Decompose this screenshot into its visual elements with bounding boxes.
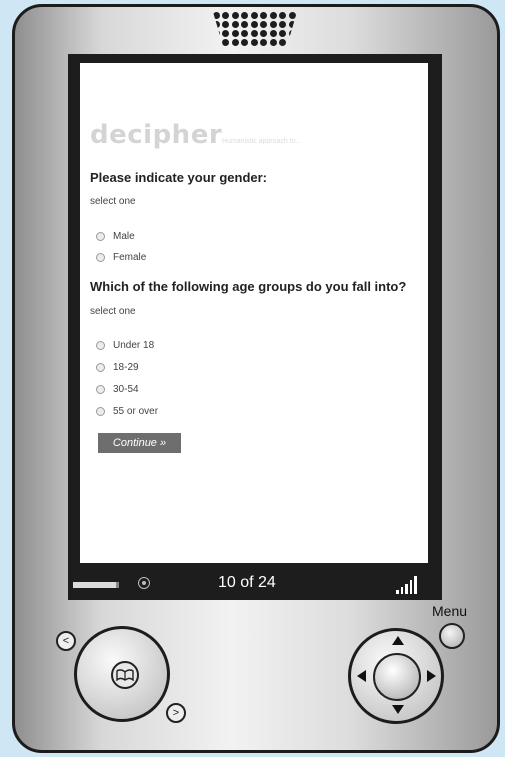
option-label: Male <box>113 230 135 242</box>
radio-button[interactable] <box>96 384 105 394</box>
previous-page-button[interactable]: < <box>56 631 76 651</box>
brand-tagline: Humanistic approach to... <box>222 138 302 145</box>
continue-button[interactable]: Continue » <box>98 433 181 453</box>
option-male[interactable]: Male <box>96 229 135 243</box>
option-label: 55 or over <box>113 405 159 417</box>
library-book-button[interactable] <box>111 661 139 689</box>
battery-icon <box>73 582 119 588</box>
option-under-18[interactable]: Under 18 <box>96 338 154 352</box>
next-page-button[interactable]: > <box>166 703 186 723</box>
arrow-right-icon[interactable] <box>427 670 436 682</box>
option-55-or-over[interactable]: 55 or over <box>96 404 158 418</box>
radio-button[interactable] <box>96 362 105 372</box>
question-gender: Please indicate your gender: <box>90 170 268 185</box>
option-label: 18-29 <box>113 361 139 373</box>
radio-button[interactable] <box>96 231 105 241</box>
open-book-icon <box>116 669 134 681</box>
radio-button[interactable] <box>96 252 105 262</box>
option-label: Female <box>113 251 147 263</box>
option-label: Under 18 <box>113 339 155 351</box>
instruction-age: select one <box>90 306 136 317</box>
radio-button[interactable] <box>96 340 105 350</box>
option-label: 30-54 <box>113 383 139 395</box>
dpad-center-button[interactable] <box>373 653 421 701</box>
question-age: Which of the following age groups do you… <box>90 279 407 294</box>
page-indicator: 10 of 24 <box>218 574 276 591</box>
option-female[interactable]: Female <box>96 250 146 264</box>
menu-label: Menu <box>432 603 468 619</box>
speaker-grille <box>213 12 297 46</box>
arrow-down-icon[interactable] <box>392 705 404 714</box>
menu-button[interactable] <box>439 623 465 649</box>
brand-logo: decipher <box>90 120 223 150</box>
radio-button[interactable] <box>96 406 105 416</box>
option-30-54[interactable]: 30-54 <box>96 382 139 396</box>
arrow-up-icon[interactable] <box>392 636 404 645</box>
instruction-gender: select one <box>90 196 136 207</box>
option-18-29[interactable]: 18-29 <box>96 360 139 374</box>
indicator-dot-icon <box>138 577 150 589</box>
arrow-left-icon[interactable] <box>357 670 366 682</box>
signal-strength-icon <box>396 574 417 594</box>
